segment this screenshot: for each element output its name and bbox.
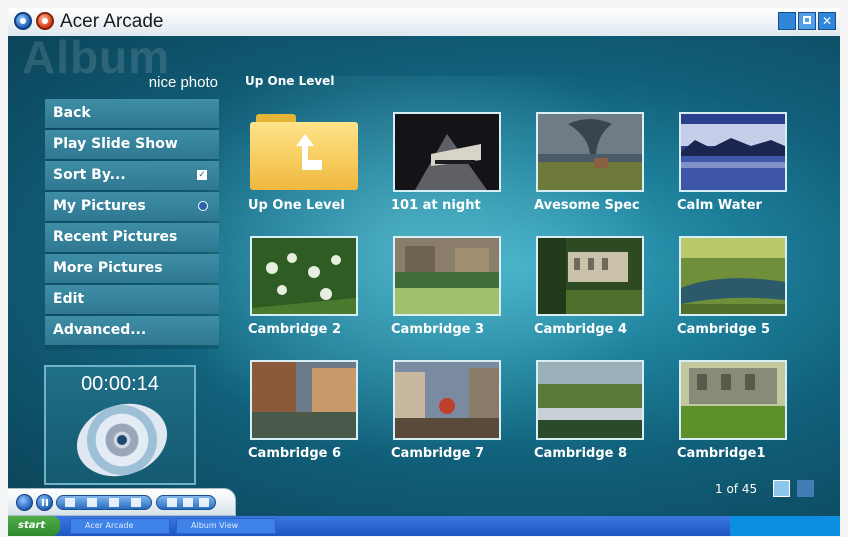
page-down-button[interactable] bbox=[773, 480, 790, 497]
photo-thumbnail bbox=[536, 360, 644, 440]
photo-tile[interactable]: Cambridge 5 bbox=[675, 236, 801, 346]
pause-button[interactable] bbox=[36, 494, 53, 511]
back-nav-icon[interactable] bbox=[14, 12, 32, 30]
menu-item-label: My Pictures bbox=[53, 198, 146, 214]
tile-caption: Up One Level bbox=[248, 198, 345, 213]
tile-caption: Cambridge 5 bbox=[677, 322, 771, 337]
tile-caption: Cambridge1 bbox=[677, 446, 766, 461]
stop-button[interactable] bbox=[16, 494, 33, 511]
photo-thumbnail bbox=[679, 360, 787, 440]
menu-item-label: Back bbox=[53, 105, 91, 121]
photo-tile[interactable]: Cambridge 4 bbox=[532, 236, 658, 346]
volume-controls[interactable] bbox=[156, 495, 216, 510]
start-button[interactable]: start bbox=[8, 516, 60, 536]
folder-up-icon bbox=[250, 114, 358, 190]
radio-selected-icon bbox=[198, 201, 208, 211]
menu-item-advanced[interactable]: Advanced... bbox=[45, 316, 219, 345]
photo-thumbnail bbox=[250, 236, 358, 316]
menu-item-sort-by[interactable]: Sort By... ✓ bbox=[45, 161, 219, 190]
photo-tile[interactable]: Cambridge 8 bbox=[532, 360, 658, 470]
main-stage: Album nice photo Up One Level Back Play … bbox=[8, 31, 840, 516]
photo-thumbnail bbox=[250, 360, 358, 440]
media-controls-bar bbox=[8, 488, 236, 516]
disc-icon bbox=[67, 392, 177, 483]
tile-caption: Cambridge 7 bbox=[391, 446, 485, 461]
tile-caption: Avesome Spec bbox=[534, 198, 640, 213]
photo-tile[interactable]: Avesome Spec bbox=[532, 112, 658, 222]
menu-item-play-slide-show[interactable]: Play Slide Show bbox=[45, 130, 219, 159]
photo-tile[interactable]: Calm Water bbox=[675, 112, 801, 222]
album-name: nice photo bbox=[148, 74, 218, 91]
taskbar-item[interactable]: Acer Arcade bbox=[70, 518, 170, 534]
tile-caption: 101 at night bbox=[391, 198, 481, 213]
menu-item-label: Advanced... bbox=[53, 322, 147, 338]
taskbar-item[interactable]: Album View bbox=[176, 518, 276, 534]
breadcrumb[interactable]: Up One Level bbox=[245, 74, 334, 88]
tile-caption: Calm Water bbox=[677, 198, 762, 213]
folder-tile-up-one-level[interactable]: Up One Level bbox=[246, 112, 372, 222]
system-tray bbox=[730, 516, 840, 536]
photo-tile[interactable]: Cambridge 6 bbox=[246, 360, 372, 470]
menu-item-my-pictures[interactable]: My Pictures bbox=[45, 192, 219, 221]
media-player-preview[interactable]: 00:00:14 bbox=[44, 365, 196, 485]
transport-controls[interactable] bbox=[56, 495, 152, 510]
menu-item-edit[interactable]: Edit bbox=[45, 285, 219, 314]
side-menu: Back Play Slide Show Sort By... ✓ My Pict… bbox=[45, 99, 219, 347]
menu-item-recent-pictures[interactable]: Recent Pictures bbox=[45, 223, 219, 252]
menu-item-label: More Pictures bbox=[53, 260, 163, 276]
minimize-button[interactable] bbox=[778, 12, 796, 30]
photo-thumbnail bbox=[536, 112, 644, 192]
menu-item-label: Recent Pictures bbox=[53, 229, 178, 245]
menu-item-label: Sort By... bbox=[53, 167, 126, 183]
tile-caption: Cambridge 8 bbox=[534, 446, 628, 461]
home-nav-icon[interactable] bbox=[36, 12, 54, 30]
photo-thumbnail bbox=[393, 360, 501, 440]
menu-item-label: Edit bbox=[53, 291, 85, 307]
close-button[interactable]: ✕ bbox=[818, 12, 836, 30]
photo-thumbnail bbox=[679, 112, 787, 192]
thumbnail-grid: Up One Level 101 at night Avesome Spec C… bbox=[246, 112, 826, 472]
photo-tile[interactable]: Cambridge 3 bbox=[389, 236, 515, 346]
acer-arcade-window: Acer Arcade ✕ Album nice photo Up One Le… bbox=[0, 0, 848, 537]
tile-caption: Cambridge 4 bbox=[534, 322, 628, 337]
page-up-button[interactable] bbox=[797, 480, 814, 497]
photo-thumbnail bbox=[536, 236, 644, 316]
photo-thumbnail bbox=[393, 112, 501, 192]
page-indicator: 1 of 45 bbox=[715, 482, 758, 496]
photo-thumbnail bbox=[679, 236, 787, 316]
photo-thumbnail bbox=[393, 236, 501, 316]
playback-time: 00:00:14 bbox=[81, 373, 159, 395]
photo-tile[interactable]: Cambridge 7 bbox=[389, 360, 515, 470]
restore-button[interactable] bbox=[798, 12, 816, 30]
windows-taskbar: start Acer Arcade Album View bbox=[8, 516, 840, 536]
photo-tile[interactable]: Cambridge1 bbox=[675, 360, 801, 470]
tile-caption: Cambridge 6 bbox=[248, 446, 342, 461]
tile-caption: Cambridge 3 bbox=[391, 322, 485, 337]
menu-item-back[interactable]: Back bbox=[45, 99, 219, 128]
tile-caption: Cambridge 2 bbox=[248, 322, 342, 337]
menu-item-label: Play Slide Show bbox=[53, 136, 178, 152]
checkbox-icon: ✓ bbox=[197, 170, 207, 180]
photo-tile[interactable]: Cambridge 2 bbox=[246, 236, 372, 346]
photo-tile[interactable]: 101 at night bbox=[389, 112, 515, 222]
menu-item-more-pictures[interactable]: More Pictures bbox=[45, 254, 219, 283]
